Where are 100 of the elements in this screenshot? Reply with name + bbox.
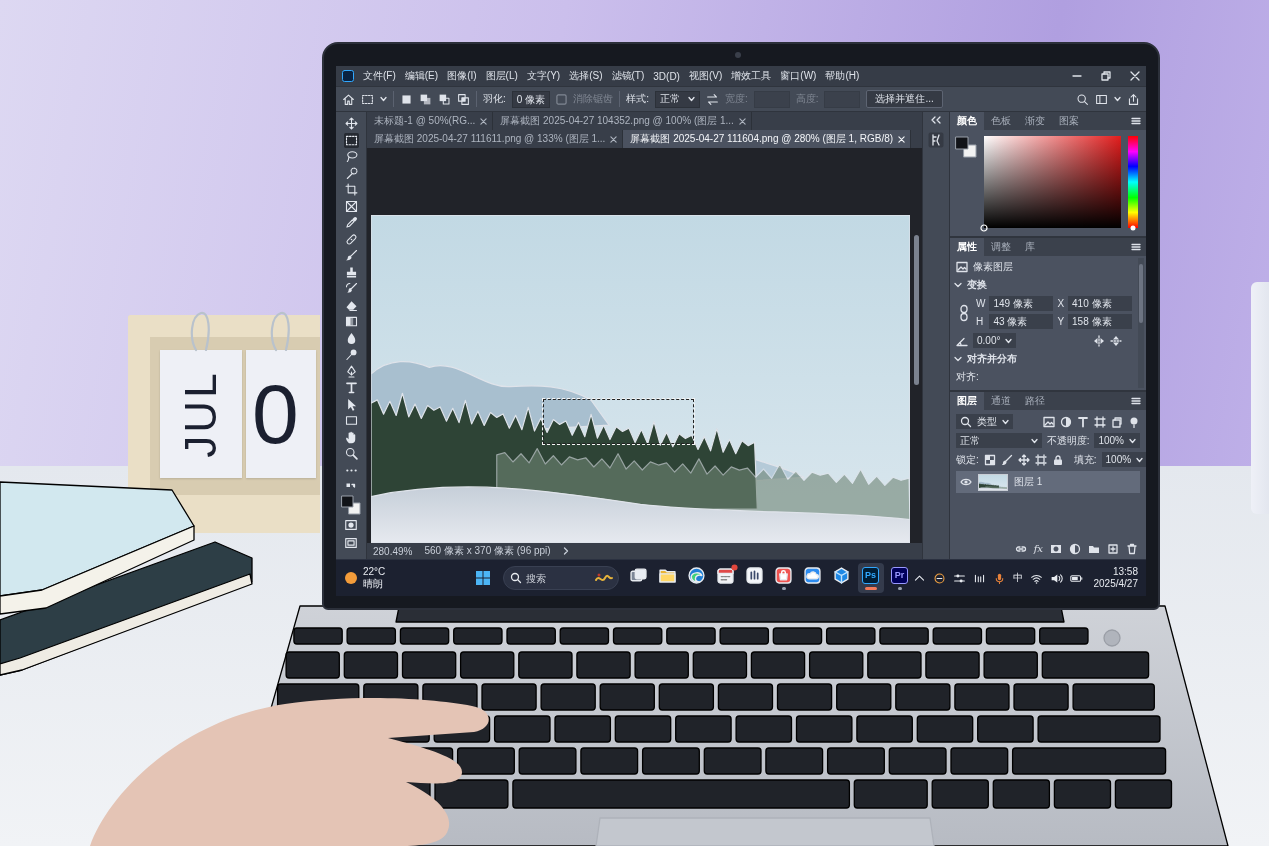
subtract-selection-icon[interactable] xyxy=(438,92,451,106)
taskbar-button[interactable]: Pr xyxy=(886,563,913,593)
smart-object-icon[interactable] xyxy=(1111,415,1123,428)
caret-icon[interactable] xyxy=(380,96,387,102)
menu-item[interactable]: 图层(L) xyxy=(485,69,518,83)
folder-icon[interactable] xyxy=(1088,543,1100,555)
menu-item[interactable]: 图像(I) xyxy=(447,69,477,83)
new-layer-icon[interactable] xyxy=(1107,543,1119,555)
start-icon[interactable] xyxy=(474,570,491,586)
fill-field[interactable]: 100% xyxy=(1101,452,1146,467)
collapse-icon[interactable] xyxy=(930,116,942,124)
frame-icon[interactable] xyxy=(343,198,359,214)
scrollbar-thumb[interactable] xyxy=(914,234,919,385)
marquee-tool-icon[interactable] xyxy=(361,92,374,106)
dot-toggle-icon[interactable] xyxy=(1128,415,1140,428)
menu-item[interactable]: 增效工具 xyxy=(731,69,772,83)
rectangle-icon[interactable] xyxy=(343,413,359,428)
flip-vertical-icon[interactable] xyxy=(1110,334,1122,347)
panel-menu-icon[interactable] xyxy=(1131,117,1141,125)
move-tool-icon[interactable] xyxy=(343,116,359,131)
menu-item[interactable]: 编辑(E) xyxy=(404,69,439,83)
panel-tab[interactable]: 库 xyxy=(1018,238,1042,256)
history-brush-icon[interactable] xyxy=(343,281,359,296)
chain-link-icon[interactable] xyxy=(958,303,970,322)
close-icon[interactable] xyxy=(480,117,488,125)
menu-item[interactable]: 文件(F) xyxy=(363,69,396,83)
bandage-icon[interactable] xyxy=(343,231,359,247)
taskbar-button[interactable]: Ps xyxy=(857,563,884,593)
swap-icon[interactable] xyxy=(705,92,719,106)
checkerboard-icon[interactable] xyxy=(983,453,996,466)
eye-icon[interactable] xyxy=(960,477,972,487)
crop-icon[interactable] xyxy=(343,182,359,197)
link-icon[interactable] xyxy=(1014,543,1027,555)
menu-item[interactable]: 选择(S) xyxy=(569,69,603,83)
opacity-field[interactable]: 100% xyxy=(1094,433,1140,448)
adjustment-icon[interactable] xyxy=(1069,543,1081,555)
panel-menu-icon[interactable] xyxy=(1131,243,1141,251)
style-dropdown[interactable]: 正常 xyxy=(654,90,700,108)
document-tab[interactable]: 屏幕截图 2025-04-27 111604.png @ 280% (图层 1, RGB/8) xyxy=(623,130,912,148)
color-swatches-icon[interactable] xyxy=(955,136,977,158)
menu-item[interactable]: 视图(V) xyxy=(688,69,723,83)
transform-field[interactable]: 43 像素 xyxy=(989,314,1054,329)
workspace-icon[interactable] xyxy=(1095,92,1108,106)
search-field[interactable]: 搜索 xyxy=(502,566,619,590)
chevron-icon[interactable] xyxy=(954,355,962,363)
panel-tab[interactable]: 通道 xyxy=(984,392,1018,410)
transform-field[interactable]: 149 像素 xyxy=(989,296,1054,311)
panel-tab[interactable]: 色板 xyxy=(984,112,1018,130)
artboard-icon[interactable] xyxy=(1034,453,1047,466)
layer-filter-dropdown[interactable]: 类型 xyxy=(956,414,1013,429)
angle-dropdown[interactable]: 0.00° xyxy=(973,333,1017,348)
share-icon[interactable] xyxy=(1127,92,1140,106)
move-arrows-icon[interactable] xyxy=(1017,453,1030,466)
caret-icon[interactable] xyxy=(1114,96,1121,102)
close-icon[interactable] xyxy=(610,135,618,143)
flip-horizontal-icon[interactable] xyxy=(1093,334,1105,347)
scrollbar-thumb[interactable] xyxy=(1139,264,1143,323)
magnifier-icon[interactable] xyxy=(343,446,359,461)
screen-mode-icon[interactable] xyxy=(344,535,358,550)
close-icon[interactable] xyxy=(738,117,746,125)
mask-icon[interactable] xyxy=(1050,543,1062,555)
transform-field[interactable]: 410 像素 xyxy=(1068,296,1132,311)
home-icon[interactable] xyxy=(342,92,355,106)
feather-field[interactable]: 0 像素 xyxy=(511,90,551,108)
paintbrush-icon[interactable] xyxy=(1000,453,1013,466)
brush-settings-icon[interactable] xyxy=(928,132,944,148)
input-method-indicator[interactable]: 中 xyxy=(1012,571,1023,585)
panel-tab[interactable]: 渐变 xyxy=(1018,112,1052,130)
layer-row[interactable]: 图层 1 xyxy=(956,471,1140,493)
panel-tab[interactable]: 颜色 xyxy=(950,112,984,130)
add-selection-icon[interactable] xyxy=(419,92,432,106)
panel-tab[interactable]: 图层 xyxy=(950,392,984,410)
document-tab[interactable]: 未标题-1 @ 50%(RG... xyxy=(367,112,494,130)
transform-filter-icon[interactable] xyxy=(1094,415,1106,428)
select-and-mask-button[interactable]: 选择并遮住... xyxy=(866,90,943,108)
menu-item[interactable]: 3D(D) xyxy=(653,70,680,82)
new-selection-icon[interactable] xyxy=(400,92,413,106)
dodge-icon[interactable] xyxy=(343,347,359,362)
tray-ring-icon[interactable] xyxy=(932,571,946,585)
marquee-tool-icon[interactable] xyxy=(343,132,359,148)
color-swatches-icon[interactable] xyxy=(341,494,361,515)
menu-item[interactable]: 滤镜(T) xyxy=(611,69,645,83)
menu-item[interactable]: 窗口(W) xyxy=(780,69,817,83)
sun-icon[interactable] xyxy=(344,571,358,585)
transform-field[interactable]: 158 像素 xyxy=(1068,314,1132,329)
chevron-right-icon[interactable] xyxy=(562,547,569,555)
volume-icon[interactable] xyxy=(1049,571,1063,585)
half-circle-icon[interactable] xyxy=(1060,415,1072,428)
menu-item[interactable]: 帮助(H) xyxy=(825,69,860,83)
trash-icon[interactable] xyxy=(1126,543,1138,555)
padlock-icon[interactable] xyxy=(1051,453,1064,466)
effects-button[interactable]: fx xyxy=(1033,543,1043,555)
quick-mask-icon[interactable] xyxy=(344,518,358,532)
hue-marker-icon[interactable] xyxy=(1130,225,1136,231)
panel-tab[interactable]: 图案 xyxy=(1052,112,1086,130)
panel-tab[interactable]: 调整 xyxy=(984,238,1018,256)
panel-menu-icon[interactable] xyxy=(1131,397,1141,405)
intersect-selection-icon[interactable] xyxy=(457,92,470,106)
eyedropper-icon[interactable] xyxy=(343,215,359,230)
gradient-icon[interactable] xyxy=(343,314,359,329)
